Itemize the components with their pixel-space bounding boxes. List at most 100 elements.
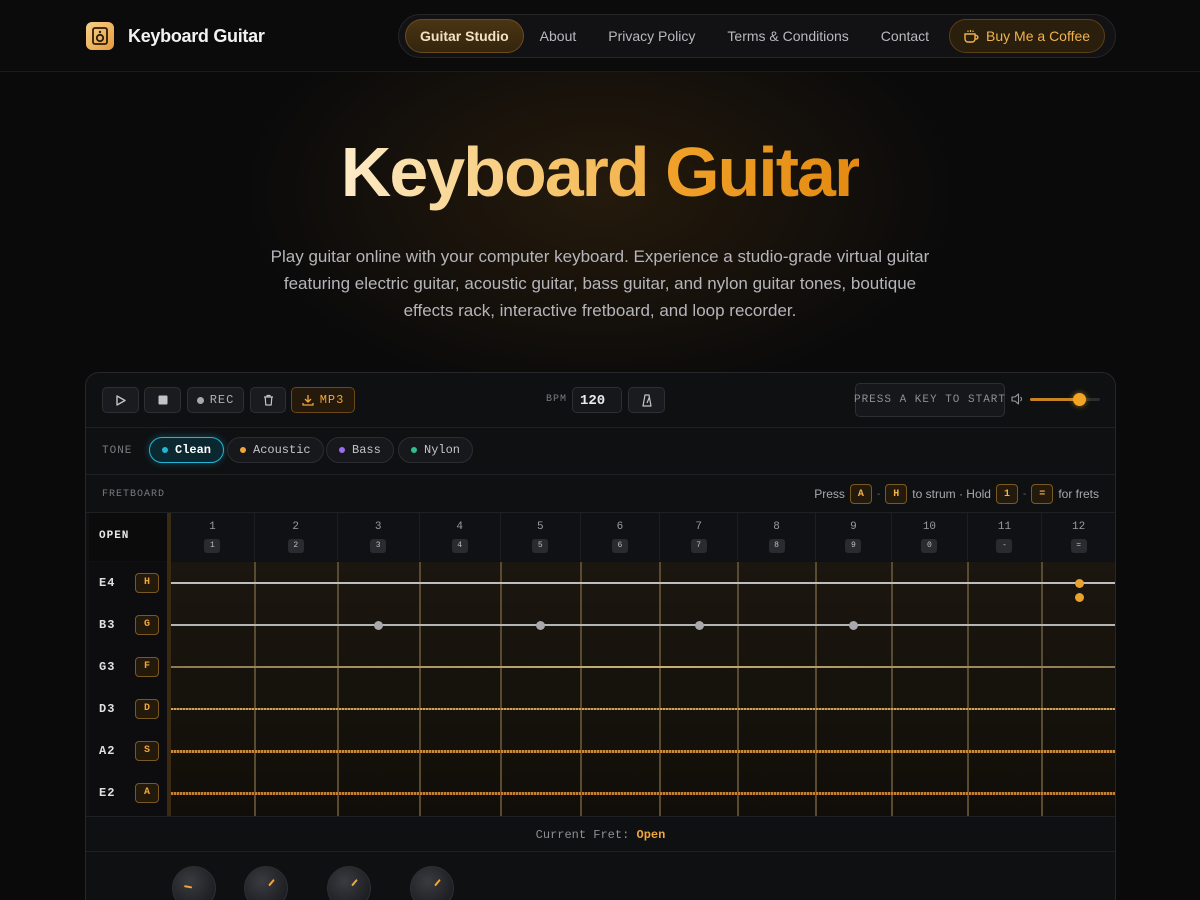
fret-wire — [1041, 562, 1044, 816]
fret-wire — [418, 562, 421, 816]
tone-nylon-button[interactable]: Nylon — [398, 437, 474, 463]
string-name: E4 — [99, 576, 116, 590]
string-g3[interactable] — [171, 666, 1115, 668]
fret-header-4[interactable]: 44 — [419, 513, 501, 561]
site-header: Keyboard Guitar Guitar Studio About Priv… — [0, 0, 1200, 72]
hint-press: Press — [814, 487, 845, 501]
string-key-badge[interactable]: H — [135, 573, 159, 593]
fret-header-11[interactable]: 11 - — [967, 513, 1043, 561]
fret-wire — [499, 562, 502, 816]
fret-header-6[interactable]: 66 — [580, 513, 661, 561]
fret-header-2[interactable]: 22 — [254, 513, 338, 561]
brand[interactable]: Keyboard Guitar — [86, 22, 265, 50]
fret-wire — [814, 562, 817, 816]
hint-key-a: A — [849, 484, 872, 504]
nav-guitar-studio[interactable]: Guitar Studio — [405, 19, 524, 53]
fret-number: 12 — [1072, 521, 1086, 533]
fret-wire — [253, 562, 256, 816]
fret-header-9[interactable]: 99 — [815, 513, 893, 561]
fret-wire — [737, 562, 740, 816]
fret-key-badge: 6 — [611, 539, 628, 553]
nav-privacy-policy[interactable]: Privacy Policy — [592, 19, 711, 53]
fret-number: 2 — [292, 521, 300, 533]
tone-acoustic-button[interactable]: Acoustic — [227, 437, 324, 463]
download-icon — [302, 395, 314, 406]
tone-dot — [162, 447, 168, 453]
fret-header-12[interactable]: 12 = — [1042, 513, 1115, 561]
hint-strum-text: to strum · Hold — [912, 487, 991, 501]
inlay-marker — [536, 620, 546, 630]
tone-clean-button[interactable]: Clean — [149, 437, 225, 463]
tone-bass-label: Bass — [352, 443, 381, 457]
string-key-badge[interactable]: D — [135, 699, 159, 719]
fret-wire — [579, 562, 582, 816]
fret-wire — [891, 562, 894, 816]
hero-title-word2: Guitar — [665, 133, 861, 211]
fret-header-8[interactable]: 88 — [738, 513, 816, 561]
fret-number: 6 — [616, 521, 624, 533]
tone-selector: TONE Clean Acoustic Bass Nylon — [86, 428, 1115, 475]
volume-slider[interactable] — [1030, 393, 1100, 406]
current-fret-value: Open — [636, 828, 666, 842]
volume-icon — [1011, 393, 1023, 405]
fret-key-badge: 9 — [845, 539, 862, 553]
string-e2[interactable] — [171, 791, 1115, 795]
buy-me-a-coffee-button[interactable]: Buy Me a Coffee — [949, 19, 1106, 53]
fret-header-5[interactable]: 55 — [500, 513, 581, 561]
bpm-input[interactable]: 120 — [572, 387, 622, 413]
string-key-badge[interactable]: F — [135, 657, 159, 677]
fret-number: 1 — [209, 521, 216, 533]
stop-button[interactable] — [144, 387, 181, 413]
metronome-button[interactable] — [628, 387, 665, 413]
string-b3[interactable] — [171, 624, 1115, 626]
fret-header-7[interactable]: 77 — [660, 513, 739, 561]
fret-number: 5 — [536, 521, 544, 533]
fret-wire — [966, 562, 969, 816]
fret-header-3[interactable]: 33 — [337, 513, 420, 561]
string-d3[interactable] — [171, 708, 1115, 710]
record-button[interactable]: REC — [187, 387, 244, 413]
effect-knob[interactable] — [410, 866, 454, 900]
coffee-label: Buy Me a Coffee — [986, 28, 1091, 44]
guitar-studio-panel: REC MP3 BPM 120 PRESS A KEY TO START TON… — [85, 372, 1116, 900]
hint-key-h: H — [885, 484, 908, 504]
string-name: A2 — [99, 744, 116, 758]
fretboard: OPEN 1 1 2 2 3 3 4 4 5 5 6 6 7 7 8 8 9 9 10 0 11-12 = E4 H B3 G G… — [86, 513, 1115, 816]
fret-key-badge: 0 — [921, 539, 938, 553]
open-column-header[interactable]: OPEN — [89, 513, 167, 561]
string-name: E2 — [99, 786, 116, 800]
transport-toolbar: REC MP3 BPM 120 PRESS A KEY TO START — [86, 373, 1115, 428]
export-mp3-button[interactable]: MP3 — [291, 387, 355, 413]
volume-thumb[interactable] — [1073, 393, 1086, 406]
play-icon — [115, 394, 126, 406]
fret-number: 10 — [922, 521, 937, 533]
string-e4[interactable] — [171, 582, 1115, 584]
nav-contact[interactable]: Contact — [865, 19, 945, 53]
tone-bass-button[interactable]: Bass — [326, 437, 394, 463]
fret-key-badge: 2 — [287, 539, 304, 553]
string-key-badge[interactable]: S — [135, 741, 159, 761]
tone-dot — [339, 447, 345, 453]
fret-number: 3 — [374, 521, 382, 533]
fret-key-badge: = — [1070, 539, 1087, 553]
string-a2[interactable] — [171, 749, 1115, 753]
string-key-badge[interactable]: A — [135, 783, 159, 803]
fret-number: 7 — [695, 521, 702, 533]
nav-about[interactable]: About — [524, 19, 593, 53]
fretboard-neck[interactable] — [171, 562, 1115, 816]
fret-header-10[interactable]: 10 0 — [892, 513, 968, 561]
clear-button[interactable] — [250, 387, 286, 413]
fret-header-1[interactable]: 11 — [171, 513, 255, 561]
string-key-badge[interactable]: G — [135, 615, 159, 635]
nav-terms-conditions[interactable]: Terms & Conditions — [711, 19, 864, 53]
effect-knob[interactable] — [244, 866, 288, 900]
brand-name: Keyboard Guitar — [128, 25, 265, 46]
effect-knob[interactable] — [327, 866, 371, 900]
effect-knob[interactable] — [172, 866, 216, 900]
fret-wire — [659, 562, 662, 816]
fret-key-badge: 1 — [204, 539, 221, 553]
play-button[interactable] — [102, 387, 139, 413]
keyboard-hint: Press A - H to strum · Hold 1 - = for fr… — [814, 484, 1099, 504]
fret-key-badge: - — [996, 539, 1013, 553]
fret-wire — [336, 562, 339, 816]
